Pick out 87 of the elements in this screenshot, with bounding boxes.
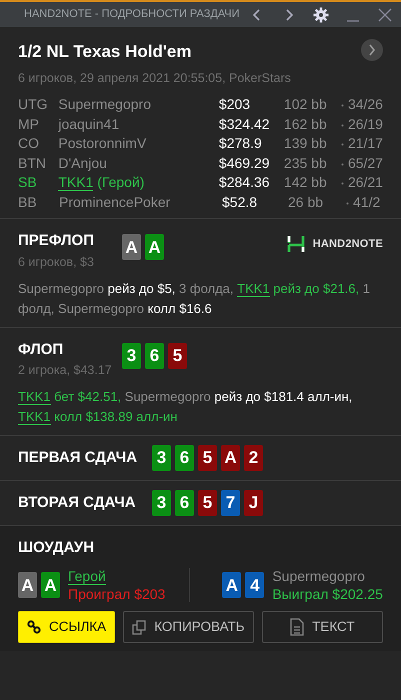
player-link[interactable]: TKK1 [237,280,270,296]
text-button[interactable]: ТЕКСТ [262,611,383,644]
playing-card: J [244,490,263,516]
big-blinds: 162 bb [284,114,328,134]
playing-card: A [221,444,240,471]
separator-dot [340,182,344,186]
player-name: ProminencePoker [59,192,172,212]
position-label: BTN [18,154,47,173]
big-blinds: 142 bb [284,173,328,192]
player-link[interactable]: TKK1 [58,174,94,192]
link-button[interactable]: ССЫЛКА [18,611,116,644]
playing-card: A [122,234,141,260]
stack-amount: $52.8 [222,192,258,212]
playing-card: 2 [244,444,263,471]
stack-amount: $203 [218,95,252,114]
playing-card: 3 [152,490,171,516]
player-stats: 41/2 [353,192,380,212]
position-label: MP [18,114,40,134]
playing-card: 7 [221,490,240,516]
separator-dot [340,104,344,108]
playing-card: 5 [168,342,187,368]
playing-card: 6 [175,490,194,516]
position-label: SB [18,173,38,192]
player-stats: 65/27 [348,154,383,173]
document-icon [290,618,304,636]
player-stats: 26/19 [348,114,383,134]
chevron-icon [368,44,376,56]
playing-card: 5 [198,490,217,516]
playing-card: A [145,234,164,260]
player-link[interactable]: Герой [68,568,106,586]
stack-amount: $278.9 [218,134,263,154]
playing-card: A [41,572,60,598]
playing-card: 3 [152,444,171,471]
close-icon[interactable] [378,8,392,22]
position-label: CO [18,134,40,154]
stack-amount: $324.42 [218,114,271,134]
street-title: ПЕРВАЯ СДАЧА [18,448,138,468]
hero-tag: (Герой) [97,174,144,190]
result-text: Проиграл $203 [68,585,166,604]
player-name: Supermegopro [58,95,152,114]
window-title: HAND2NOTE - ПОДРОБНОСТИ РАЗДАЧИ [24,7,241,22]
street-title: ВТОРАЯ СДАЧА [18,492,137,512]
street-title: ПРЕФЛОП [18,231,95,252]
player-name: Supermegopro [272,568,365,584]
playing-card: 3 [122,342,141,368]
logo-text: HAND2NOTE [312,237,383,252]
action-summary: Supermegopro рейз до $5, 3 фолда, TKK1 рейз до $21.6, 1 фолд, Supermegopro колл $16.6 [18,280,371,318]
playing-card: 6 [175,444,194,471]
player-stats: 26/21 [348,173,383,192]
player-name: PostoronnimV [58,134,148,154]
stack-amount: $469.29 [218,154,271,173]
player-stats: 21/17 [348,134,383,154]
result-text: Выиграл $202.25 [272,585,383,604]
player-link[interactable]: TKK1 [18,408,51,425]
big-blinds: 26 bb [288,192,324,212]
stack-amount: $284.36 [218,173,271,192]
big-blinds: 102 bb [284,95,328,114]
logo-icon [286,234,305,254]
big-blinds: 235 bb [284,154,328,173]
game-info: 6 игроков, 29 апреля 2021 20:55:05, PokerStars [18,70,291,87]
position-label: UTG [18,95,49,114]
copy-icon [132,620,146,635]
player-link[interactable]: TKK1 [18,388,51,405]
big-blinds: 139 bb [284,134,328,154]
player-name: joaquin41 [58,114,120,134]
showdown-title: ШОУДАУН [18,538,96,558]
separator-dot [340,143,344,146]
link-icon [27,620,41,635]
playing-card: 6 [145,342,164,368]
street-info: 6 игроков, $3 [18,254,95,271]
game-title: 1/2 NL Texas Hold'em [18,41,192,63]
action-summary: TKK1 бет $42.51, Supermegopro рейз до $181.4 алл-ин, TKK1 колл $138.89 алл-ин [18,388,354,427]
player-stats: 34/26 [348,95,383,114]
street-title: ФЛОП [18,340,64,360]
playing-card: 4 [245,572,264,598]
playing-card: 5 [198,444,217,471]
player-name: D'Anjou [58,154,108,173]
settings-icon[interactable] [313,6,329,22]
separator-dot [346,202,348,205]
playing-card: A [18,572,37,598]
position-label: BB [18,192,38,212]
playing-card: A [222,572,242,598]
street-info: 2 игрока, $43.17 [18,362,113,379]
copy-button[interactable]: КОПИРОВАТЬ [123,611,254,644]
separator-dot [340,124,344,127]
separator-dot [340,162,344,166]
next-button[interactable] [361,39,383,61]
